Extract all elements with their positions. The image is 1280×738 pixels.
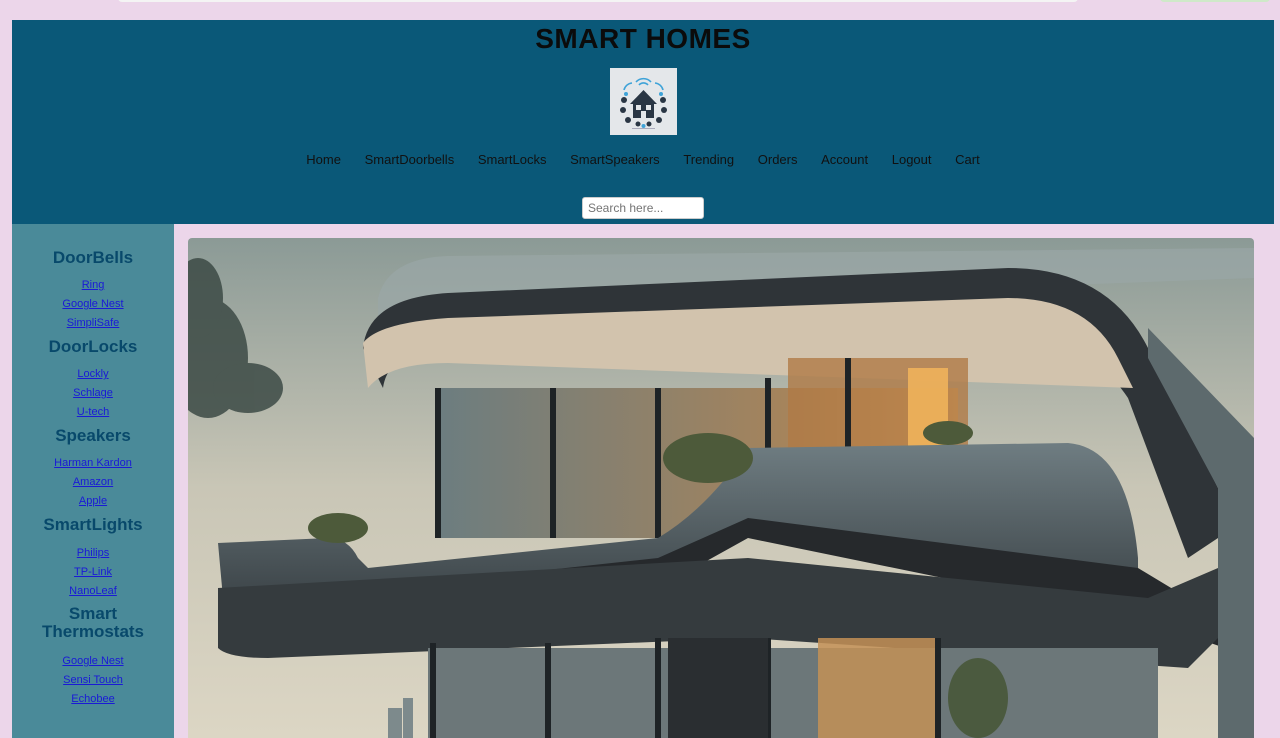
sidebar-link-apple[interactable]: Apple — [12, 492, 174, 511]
sidebar-link-harman-kardon[interactable]: Harman Kardon — [12, 454, 174, 473]
nav-smartspeakers[interactable]: SmartSpeakers — [570, 152, 660, 167]
main-nav: Home SmartDoorbells SmartLocks SmartSpea… — [12, 152, 1274, 167]
browser-address-bar[interactable] — [118, 0, 1078, 2]
search-input[interactable] — [582, 197, 704, 219]
sidebar-link-lockly[interactable]: Lockly — [12, 365, 174, 384]
nav-trending[interactable]: Trending — [683, 152, 734, 167]
site-header: SMART HOMES Home SmartDoorbells SmartLoc… — [12, 20, 1274, 224]
browser-top-strip — [0, 0, 1280, 6]
nav-orders[interactable]: Orders — [758, 152, 798, 167]
sidebar-link-echobee[interactable]: Echobee — [12, 690, 174, 709]
sidebar-link-schlage[interactable]: Schlage — [12, 384, 174, 403]
sidebar-heading-thermostats-line2: Thermostats — [41, 622, 145, 641]
sidebar-link-amazon[interactable]: Amazon — [12, 473, 174, 492]
sidebar-link-ring[interactable]: Ring — [12, 276, 174, 295]
nav-smartlocks[interactable]: SmartLocks — [478, 152, 547, 167]
nav-home[interactable]: Home — [306, 152, 341, 167]
sidebar-link-nanoleaf[interactable]: NanoLeaf — [12, 582, 174, 601]
nav-account[interactable]: Account — [821, 152, 868, 167]
sidebar-link-sensi-touch[interactable]: Sensi Touch — [12, 671, 174, 690]
hero-image-modern-house — [188, 238, 1254, 738]
smart-home-logo-icon — [610, 68, 677, 135]
sidebar-heading-doorbells: DoorBells — [52, 248, 134, 267]
sidebar-heading-speakers: Speakers — [55, 426, 131, 445]
sidebar-link-u-tech[interactable]: U-tech — [12, 403, 174, 422]
nav-cart[interactable]: Cart — [955, 152, 980, 167]
category-sidebar: DoorBells Ring Google Nest SimpliSafe Do… — [12, 224, 174, 738]
browser-action-button[interactable] — [1160, 0, 1270, 2]
sidebar-heading-thermostats-line1: Smart — [68, 604, 118, 623]
sidebar-link-google-nest[interactable]: Google Nest — [12, 295, 174, 314]
sidebar-link-tp-link[interactable]: TP-Link — [12, 563, 174, 582]
sidebar-link-google-nest-thermostat[interactable]: Google Nest — [12, 652, 174, 671]
nav-smartdoorbells[interactable]: SmartDoorbells — [365, 152, 455, 167]
sidebar-heading-doorlocks: DoorLocks — [48, 337, 138, 356]
sidebar-link-philips[interactable]: Philips — [12, 544, 174, 563]
nav-logout[interactable]: Logout — [892, 152, 932, 167]
sidebar-heading-smartlights: SmartLights — [43, 515, 143, 534]
site-title: SMART HOMES — [535, 23, 751, 54]
sidebar-heading-thermostats: Smart Thermostats — [12, 605, 174, 641]
sidebar-link-simplisafe[interactable]: SimpliSafe — [12, 314, 174, 333]
